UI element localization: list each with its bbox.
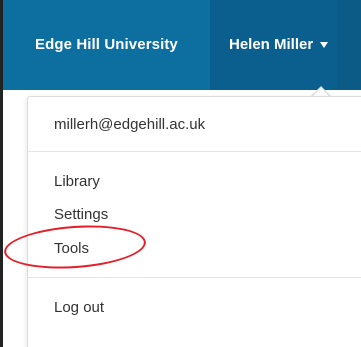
menu-item-settings[interactable]: Settings [54, 206, 108, 223]
user-name[interactable]: Helen Miller [229, 36, 313, 53]
caret-down-icon[interactable] [320, 42, 328, 48]
navbar-right-shade [337, 0, 361, 90]
menu-divider [28, 151, 361, 152]
menu-divider [28, 277, 361, 278]
menu-item-library[interactable]: Library [54, 173, 100, 190]
screenshot-frame: Edge Hill University Helen Miller miller… [0, 0, 361, 347]
logout-link[interactable]: Log out [54, 299, 104, 316]
user-email: millerh@edgehill.ac.uk [54, 116, 206, 133]
brand-link[interactable]: Edge Hill University [35, 36, 178, 53]
